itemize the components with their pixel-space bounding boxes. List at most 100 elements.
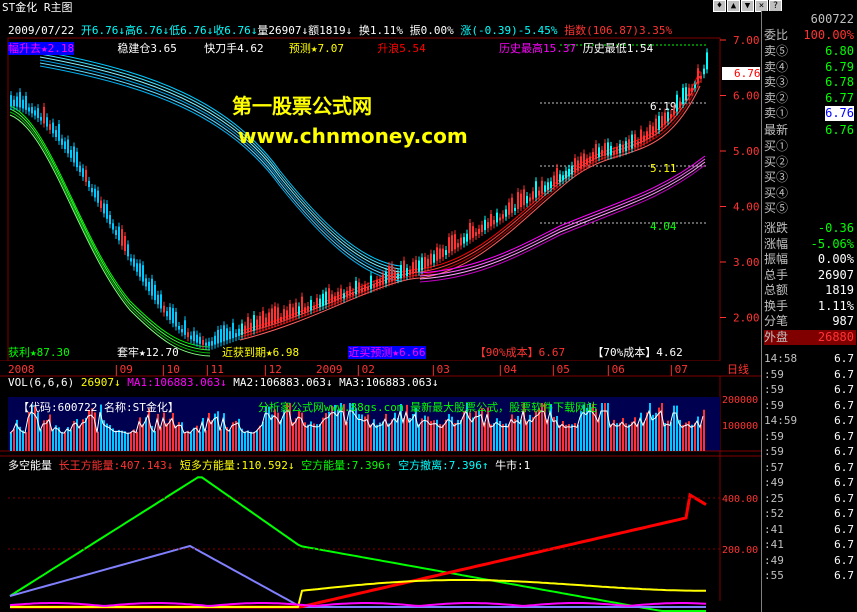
volume-bar [280, 420, 282, 451]
volume-bar [649, 403, 651, 451]
price-axis-label: 3.00 [733, 256, 760, 269]
candle-body [643, 135, 645, 142]
date-axis-label: 2008 [8, 363, 35, 376]
candle-body [142, 265, 144, 282]
stat-row-label: 总手 [764, 267, 789, 282]
stat-row: 振幅 0.00% [764, 252, 856, 267]
volume-bar [247, 430, 249, 451]
candle-body [340, 288, 342, 300]
volume-bar [187, 430, 189, 451]
candle-body [286, 310, 288, 319]
candle-body [28, 107, 30, 112]
volume-bar [46, 419, 48, 451]
candle-body [667, 112, 669, 122]
candle-body [433, 254, 435, 263]
candle-body [226, 328, 228, 341]
volume-bar [160, 427, 162, 451]
candle-body [427, 258, 429, 267]
candle-body [127, 244, 129, 257]
candle-body [187, 332, 189, 338]
wei-value: 100.00% [803, 28, 854, 42]
candle-body [211, 341, 213, 346]
volume-bar [643, 422, 645, 451]
candle-body [43, 106, 45, 124]
candle-body [460, 237, 462, 246]
candle-body [655, 118, 657, 133]
price-mark-1: 6.19 [650, 100, 677, 113]
volume-bar [670, 422, 672, 451]
volume-bar [493, 423, 495, 451]
date-axis-label: |09 [113, 363, 133, 376]
candle-body [439, 248, 441, 259]
volume-bar [22, 430, 24, 451]
candle-body [637, 141, 639, 146]
candle-body [280, 316, 282, 321]
volume-bar [175, 425, 177, 451]
candle-body [256, 319, 258, 330]
stat-row-label: 涨跌 [764, 221, 789, 235]
candle-body [160, 294, 162, 309]
volume-bar [430, 421, 432, 451]
tick-row: :41 6.7 [764, 538, 856, 552]
volume-bar [40, 429, 42, 451]
tick-time: :55 [764, 569, 784, 582]
volume-bar [631, 421, 633, 451]
tick-row: :59 6.7 [764, 399, 856, 413]
tick-price: 6.7 [834, 522, 854, 536]
volume-bar [211, 420, 213, 451]
tick-price: 6.7 [834, 507, 854, 520]
candle-body [262, 310, 264, 328]
candle-body [76, 151, 78, 168]
date-axis-label: |07 [668, 363, 688, 376]
candle-body [616, 147, 618, 155]
date-axis-label: 2009 [316, 363, 343, 376]
buy-row: 买① [764, 139, 856, 154]
candle-body [598, 147, 600, 158]
ind-c: 预测★7.07 [288, 42, 344, 55]
volume-bar [229, 429, 231, 451]
stat-row: 总额 1819 [764, 283, 856, 298]
stat-row: 换手 1.11% [764, 299, 856, 314]
energy-long: 长王方能量:407.143↓ [58, 459, 174, 472]
candle-body [82, 168, 84, 177]
candle-body [376, 279, 378, 287]
candle-body [532, 191, 534, 200]
candle-body [250, 322, 252, 332]
candle-body [619, 143, 621, 154]
candle-body [277, 307, 279, 323]
volume-bar [142, 424, 144, 451]
candle-body [37, 108, 39, 118]
candle-body [592, 152, 594, 162]
candle-body [691, 87, 693, 93]
date-axis-label: |05 [550, 363, 570, 376]
legend-a: 获利★87.30 [8, 346, 70, 359]
price-axis-label: 6.00 [733, 90, 760, 103]
candle-body [13, 99, 15, 107]
tick-price: 6.7 [834, 383, 854, 396]
energy-green-line [9, 476, 706, 612]
price-axis-label: 2.00 [733, 312, 760, 325]
candle-body [652, 126, 654, 136]
volume-bar [235, 420, 237, 451]
candle-body [403, 260, 405, 278]
volume-bar [676, 405, 678, 451]
candle-body [409, 269, 411, 275]
tick-price: 6.7 [834, 569, 854, 582]
date-axis-label: |03 [430, 363, 450, 376]
stat-row: 分笔 987 [764, 314, 856, 329]
volume-bar [625, 423, 627, 451]
candle-body [430, 253, 432, 265]
candle-body [397, 273, 399, 280]
period-label[interactable]: 日线 [727, 362, 749, 376]
sell-row-value: 6.77 [825, 90, 854, 105]
tick-row: :59 6.7 [764, 445, 856, 459]
candle-body [235, 333, 237, 338]
volume-bar [382, 421, 384, 451]
candle-body [25, 95, 27, 110]
date-axis-label: |06 [605, 363, 625, 376]
stat-row-value: 26907 [817, 267, 854, 282]
latest-value: 6.76 [825, 123, 854, 137]
tick-time: 14:59 [764, 414, 798, 427]
volume-bar [571, 424, 573, 451]
buy-row-label: 买④ [764, 185, 789, 200]
